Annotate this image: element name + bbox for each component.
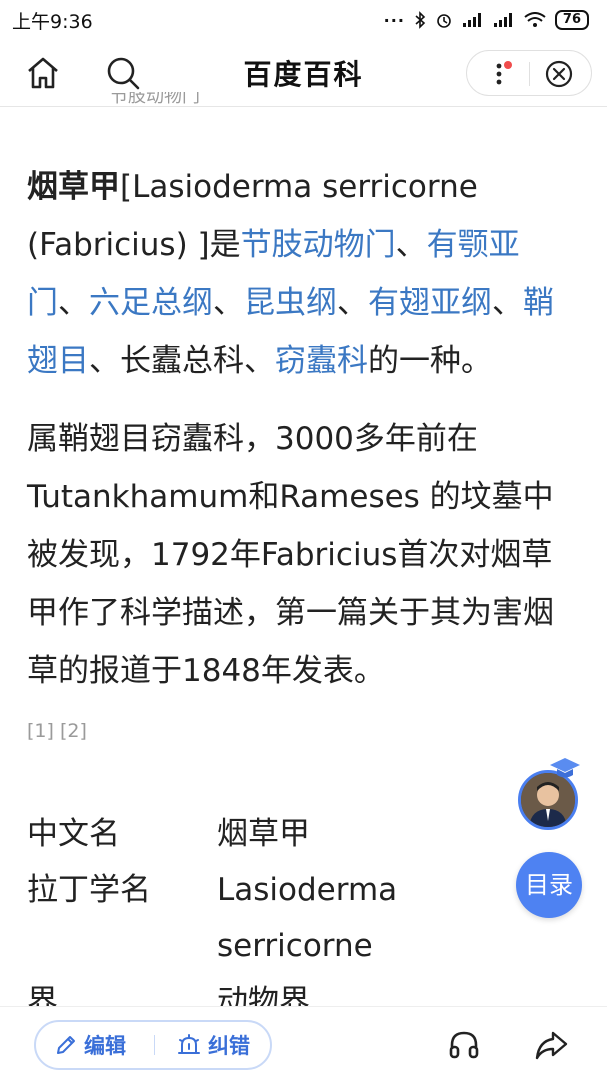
infobox: 中文名 烟草甲 拉丁学名 Lasioderma serricorne 界 动物界 — [27, 806, 547, 1030]
article-content: 烟草甲[Lasioderma serricorne (Fabricius) ]是… — [27, 158, 575, 748]
references[interactable]: [1] [2] — [27, 720, 575, 748]
infobox-label: 中文名 — [27, 816, 120, 852]
link-arthropoda[interactable]: 节肢动物门 — [241, 227, 396, 263]
more-dots-icon: ··· — [383, 10, 405, 30]
toc-button[interactable]: 目录 — [516, 852, 582, 918]
infobox-value: Lasioderma serricorne — [217, 872, 398, 964]
separator: 、 — [337, 285, 368, 321]
history-paragraph: 属鞘翅目窃蠹科，3000多年前在Tutankhamum和Rameses 的坟墓中… — [27, 421, 554, 689]
more-icon[interactable] — [489, 61, 513, 87]
term-name: 烟草甲 — [27, 169, 120, 205]
battery-indicator: 76 — [554, 10, 589, 30]
separator: 、 — [395, 227, 427, 263]
edit-button[interactable]: 编辑 — [54, 1022, 126, 1068]
bottom-bar: 编辑 纠错 — [0, 1006, 607, 1081]
separator: 、 — [213, 285, 244, 321]
notification-dot — [504, 61, 512, 69]
link-anobiidae[interactable]: 窃蠹科 — [275, 343, 368, 379]
alarm-bell-icon — [178, 1034, 200, 1054]
bluetooth-icon — [415, 11, 426, 29]
close-icon[interactable] — [544, 59, 574, 89]
pill-divider — [154, 1035, 155, 1055]
link-insecta[interactable]: 昆虫纲 — [244, 285, 337, 321]
search-icon[interactable] — [104, 54, 142, 92]
infobox-label: 拉丁学名 — [27, 872, 151, 908]
cut-off-text: 节肢动物门 — [110, 92, 200, 106]
alarm-icon — [437, 14, 451, 28]
status-bar: 上午9:36 ··· 76 — [0, 0, 607, 40]
headphones-icon[interactable] — [446, 1027, 482, 1063]
link-hexapoda[interactable]: 六足总纲 — [89, 285, 213, 321]
menu-capsule — [466, 50, 592, 96]
intro-paragraph: 烟草甲[Lasioderma serricorne (Fabricius) ]是… — [27, 158, 575, 390]
signal-icon — [462, 13, 481, 27]
intro-tail: 的一种。 — [368, 343, 492, 379]
pencil-icon — [57, 1036, 75, 1054]
report-error-button[interactable]: 纠错 — [176, 1022, 250, 1068]
capsule-divider — [529, 62, 530, 86]
infobox-value: 烟草甲 — [217, 816, 310, 852]
share-icon[interactable] — [533, 1027, 569, 1063]
report-label: 纠错 — [208, 1034, 250, 1058]
home-icon[interactable] — [24, 54, 62, 92]
separator: 、 — [492, 285, 523, 321]
infobox-row: 拉丁学名 Lasioderma serricorne — [27, 862, 547, 974]
separator: 、长蠹总科、 — [89, 343, 275, 379]
edit-pill: 编辑 纠错 — [34, 1020, 272, 1070]
edit-label: 编辑 — [84, 1034, 126, 1058]
link-pterygota[interactable]: 有翅亚纲 — [368, 285, 492, 321]
graduation-cap-icon — [550, 758, 580, 778]
status-icons: ··· 76 — [384, 10, 589, 30]
separator: 、 — [58, 285, 89, 321]
wifi-icon — [524, 12, 546, 27]
signal-icon-2 — [493, 13, 512, 27]
infobox-row: 中文名 烟草甲 — [27, 806, 547, 862]
top-bar: 百度百科 — [0, 40, 607, 107]
status-time: 上午9:36 — [12, 10, 93, 33]
